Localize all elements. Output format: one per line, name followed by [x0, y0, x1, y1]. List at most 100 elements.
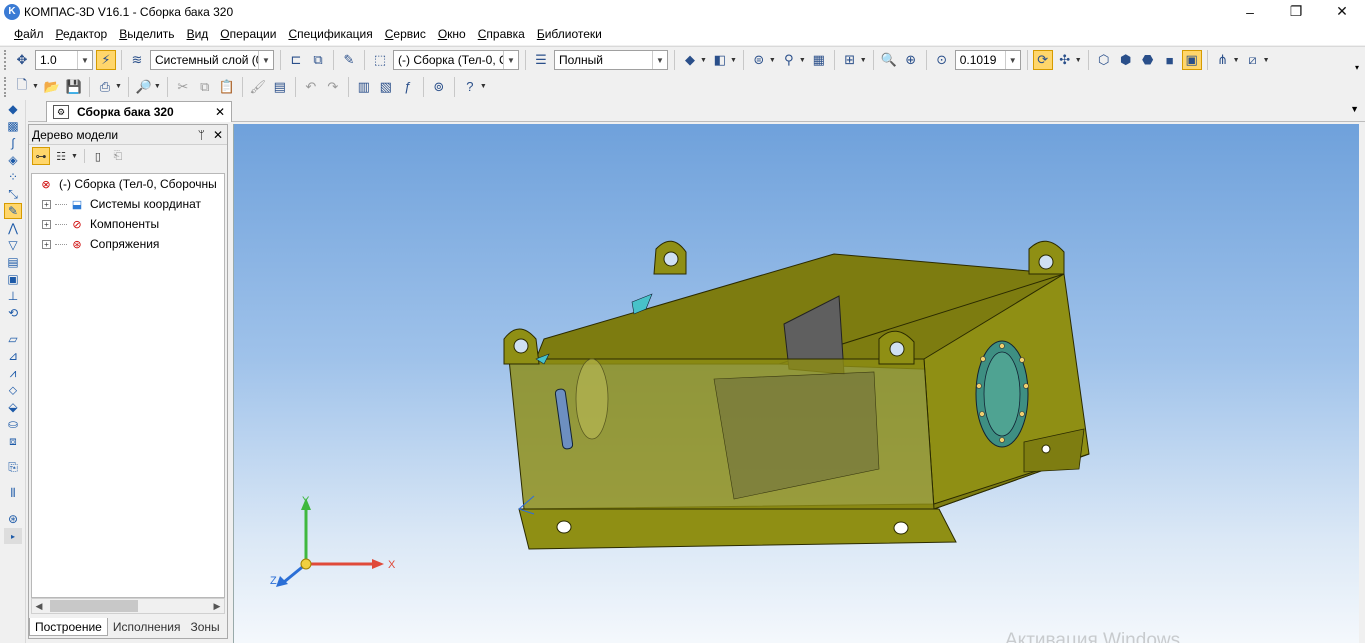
- menu-operations[interactable]: Операции: [214, 27, 282, 41]
- plane-offset-icon[interactable]: ⊿: [4, 348, 22, 364]
- display-combo[interactable]: Полный ▼: [554, 50, 668, 70]
- tree-node-components[interactable]: + ⊘ Компоненты: [32, 214, 224, 234]
- body-combo[interactable]: (-) Сборка (Тел-0, С ▼: [393, 50, 519, 70]
- tree-structure-icon[interactable]: ⊶: [32, 147, 50, 165]
- tree-view-mode-icon[interactable]: ☷: [52, 147, 70, 165]
- wireframe-icon[interactable]: ⬡: [1094, 50, 1114, 70]
- menu-view[interactable]: Вид: [181, 27, 215, 41]
- snap-toggle-icon[interactable]: ⚡: [96, 50, 116, 70]
- drawing-icon[interactable]: ⎘: [4, 459, 22, 475]
- array-icon[interactable]: ⁘: [4, 169, 22, 185]
- layers-filter-icon[interactable]: ◆: [680, 50, 700, 70]
- expand-icon[interactable]: +: [42, 199, 51, 209]
- display-mode-icon[interactable]: ☰: [531, 50, 551, 70]
- plane-icon[interactable]: ▱: [4, 331, 22, 347]
- menu-libraries[interactable]: Библиотеки: [531, 27, 608, 41]
- curve-icon[interactable]: ∫: [4, 135, 22, 151]
- hidden-thin-icon[interactable]: ⬣: [1138, 50, 1158, 70]
- variables-icon[interactable]: ƒ: [398, 77, 418, 97]
- copy-properties-icon[interactable]: ⧉: [308, 50, 328, 70]
- redo-icon[interactable]: ↷: [323, 77, 343, 97]
- undo-icon[interactable]: ↶: [301, 77, 321, 97]
- expand-icon[interactable]: +: [42, 219, 51, 229]
- copy-icon[interactable]: ⧉: [195, 77, 215, 97]
- dimension-icon[interactable]: ⊞: [840, 50, 860, 70]
- scroll-thumb[interactable]: [50, 600, 138, 612]
- inspect-icon[interactable]: ⊛: [4, 511, 22, 527]
- tab-executions[interactable]: Исполнения: [108, 618, 186, 636]
- close-panel-icon[interactable]: ✕: [213, 128, 223, 142]
- rotate-icon[interactable]: ⟳: [1032, 50, 1053, 70]
- plane-angle-icon[interactable]: ⩘: [4, 365, 22, 381]
- toolbar-overflow-icon[interactable]: ▾: [1355, 48, 1365, 72]
- tab-zones[interactable]: Зоны: [186, 618, 225, 636]
- step-combo[interactable]: 1.0 ▼: [35, 50, 93, 70]
- print-icon[interactable]: ⎙: [95, 77, 115, 97]
- measure-icon[interactable]: ⊜: [749, 50, 769, 70]
- format-brush-icon[interactable]: 🖌: [248, 77, 268, 97]
- model-icon[interactable]: ▦: [809, 50, 829, 70]
- library-icon[interactable]: ▧: [376, 77, 396, 97]
- preview-icon[interactable]: 🔎: [134, 77, 154, 97]
- pin-icon[interactable]: ᛘ: [198, 128, 205, 142]
- zoom-all-icon[interactable]: ⊕: [901, 50, 921, 70]
- report-icon[interactable]: ▣: [4, 271, 22, 287]
- manager-icon[interactable]: ▥: [354, 77, 374, 97]
- diagnostics-icon[interactable]: ⟲: [4, 305, 22, 321]
- tab-list-dropdown-icon[interactable]: ▼: [1350, 104, 1359, 114]
- minimize-button[interactable]: –: [1227, 0, 1273, 23]
- sketch-icon[interactable]: ⋀: [4, 220, 22, 236]
- viewport-scrollbar[interactable]: [1359, 124, 1365, 643]
- new-document-icon[interactable]: 🗋: [12, 77, 32, 97]
- paste-icon[interactable]: 📋: [217, 77, 237, 97]
- close-tab-icon[interactable]: ✕: [215, 105, 225, 119]
- menu-service[interactable]: Сервис: [379, 27, 432, 41]
- layers-icon[interactable]: ≋: [127, 50, 147, 70]
- help-pointer-icon[interactable]: ?: [460, 77, 480, 97]
- menu-select[interactable]: Выделить: [113, 27, 180, 41]
- tree-node-root[interactable]: ⊗ (-) Сборка (Тел-0, Сборочны: [32, 174, 224, 194]
- save-icon[interactable]: 💾: [64, 77, 84, 97]
- calculator-icon[interactable]: ⊚: [429, 77, 449, 97]
- move-component-icon[interactable]: ⤡: [4, 186, 22, 202]
- symmetry-icon[interactable]: ⫴: [4, 485, 22, 501]
- spec-icon[interactable]: ▤: [4, 254, 22, 270]
- tree-horizontal-scrollbar[interactable]: ◀ ▶: [31, 598, 225, 614]
- halftone-edges-icon[interactable]: ▣: [1181, 50, 1202, 70]
- plane-normal-icon[interactable]: ⬙: [4, 399, 22, 415]
- surface-icon[interactable]: ◈: [4, 152, 22, 168]
- section-icon[interactable]: ⧄: [1243, 50, 1263, 70]
- tab-construction[interactable]: Построение: [29, 618, 108, 636]
- scroll-left-icon[interactable]: ◀: [32, 601, 46, 612]
- sheet-icon[interactable]: ⧈: [4, 433, 22, 449]
- perspective-icon[interactable]: ⋔: [1213, 50, 1233, 70]
- tree-node-mates[interactable]: + ⊛ Сопряжения: [32, 234, 224, 254]
- tree-properties-icon[interactable]: ▯: [89, 147, 107, 165]
- scroll-right-icon[interactable]: ▶: [210, 601, 224, 612]
- expand-toolbar-icon[interactable]: ▸: [4, 528, 22, 544]
- edit-assembly-icon[interactable]: ✎: [4, 203, 22, 219]
- tree-export-icon[interactable]: ⎗: [109, 147, 127, 165]
- zoom-combo[interactable]: 0.1019 ▼: [954, 50, 1021, 70]
- halftone-icon[interactable]: ■: [1160, 50, 1180, 70]
- body-select-icon[interactable]: ⬚: [370, 50, 390, 70]
- orientation-icon[interactable]: ◧: [710, 50, 730, 70]
- layer-combo[interactable]: Системный слой (0) ▼: [150, 50, 274, 70]
- cylinder-icon[interactable]: ⛀: [4, 416, 22, 432]
- menu-specification[interactable]: Спецификация: [282, 27, 378, 41]
- pan-icon[interactable]: ✣: [1055, 50, 1075, 70]
- zoom-icon[interactable]: ⊙: [932, 50, 952, 70]
- menu-file[interactable]: Файл: [8, 27, 50, 41]
- tree-node-coordinate-systems[interactable]: + ⬓ Системы координат: [32, 194, 224, 214]
- maximize-button[interactable]: ❐: [1273, 0, 1319, 23]
- document-tab[interactable]: ⚙ Сборка бака 320 ✕: [46, 101, 232, 122]
- close-window-button[interactable]: ✕: [1319, 0, 1365, 23]
- expand-icon[interactable]: +: [42, 239, 51, 249]
- open-folder-icon[interactable]: 📂: [42, 77, 62, 97]
- weld-icon[interactable]: ⚲: [779, 50, 799, 70]
- properties-icon[interactable]: ▤: [270, 77, 290, 97]
- measure-tool-icon[interactable]: ⊥: [4, 288, 22, 304]
- snap-step-icon[interactable]: ✥: [12, 50, 32, 70]
- edit-component-icon[interactable]: ✎: [339, 50, 359, 70]
- filter-icon[interactable]: ▽: [4, 237, 22, 253]
